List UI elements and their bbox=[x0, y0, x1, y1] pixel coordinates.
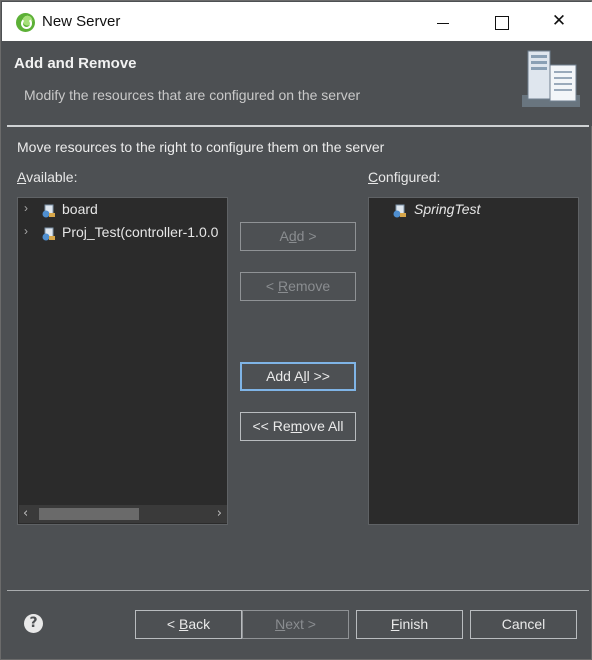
back-button-text: < bbox=[166, 616, 179, 632]
add-button[interactable]: Add > bbox=[240, 222, 356, 251]
add-button-text: A bbox=[279, 228, 289, 244]
spring-app-icon bbox=[16, 13, 35, 32]
page-title: Add and Remove bbox=[14, 55, 137, 72]
finish-button[interactable]: Finish bbox=[356, 610, 463, 639]
wizard-header: Add and Remove Modify the resources that… bbox=[2, 41, 592, 126]
next-button-text-rest: ext > bbox=[285, 616, 316, 632]
add-all-button-text-rest: l >> bbox=[306, 368, 330, 384]
list-item-label: Proj_Test(controller-1.0.0 bbox=[62, 224, 219, 240]
remove-button-text-rest: emove bbox=[288, 278, 331, 294]
next-button[interactable]: Next > bbox=[242, 610, 349, 639]
add-all-button-text: Add A bbox=[266, 368, 304, 384]
remove-button-mnemonic: R bbox=[277, 278, 289, 294]
available-label: Available: bbox=[17, 169, 77, 185]
remove-all-button-text: << Re bbox=[252, 418, 291, 434]
list-item-label: SpringTest bbox=[414, 201, 481, 217]
cancel-button[interactable]: Cancel bbox=[470, 610, 577, 639]
list-item[interactable]: SpringTest bbox=[393, 201, 573, 223]
back-button-text-rest: ack bbox=[188, 616, 211, 632]
expand-chevron-icon[interactable]: › bbox=[24, 201, 38, 215]
minimize-button[interactable] bbox=[420, 2, 466, 41]
back-button-mnemonic: B bbox=[178, 616, 189, 632]
scroll-right-icon[interactable]: › bbox=[217, 506, 222, 521]
scroll-left-icon[interactable]: ‹ bbox=[23, 506, 28, 521]
remove-all-button[interactable]: << Remove All bbox=[240, 412, 356, 441]
available-list[interactable]: › board › Proj_Test(controller-1.0.0 ‹ › bbox=[17, 197, 228, 525]
list-item[interactable]: › Proj_Test(controller-1.0.0 bbox=[24, 224, 227, 246]
remove-button-text: < bbox=[265, 278, 278, 294]
next-button-mnemonic: N bbox=[275, 616, 286, 632]
window-title: New Server bbox=[42, 13, 121, 30]
remove-all-button-text-rest: ove All bbox=[302, 418, 344, 434]
configured-label-mnemonic: C bbox=[368, 169, 379, 185]
list-item[interactable]: › board bbox=[24, 201, 224, 223]
scrollbar-thumb[interactable] bbox=[39, 508, 139, 520]
available-label-mnemonic: A bbox=[17, 169, 27, 185]
add-button-text-rest: d > bbox=[296, 228, 317, 244]
close-button[interactable]: ✕ bbox=[536, 2, 582, 41]
list-item-label: board bbox=[62, 201, 98, 217]
finish-button-text-rest: inish bbox=[399, 616, 429, 632]
configured-label: Configured: bbox=[368, 169, 440, 185]
configured-label-text: onfigured: bbox=[378, 169, 441, 185]
remove-button[interactable]: < Remove bbox=[240, 272, 356, 301]
web-project-icon bbox=[42, 204, 55, 218]
remove-all-button-mnemonic: m bbox=[290, 418, 303, 434]
configured-list[interactable]: SpringTest bbox=[368, 197, 579, 525]
add-all-button[interactable]: Add All >> bbox=[240, 362, 356, 391]
back-button[interactable]: < Back bbox=[135, 610, 242, 639]
web-project-icon bbox=[42, 227, 55, 241]
add-button-mnemonic: d bbox=[288, 228, 297, 244]
horizontal-scrollbar[interactable]: ‹ › bbox=[19, 505, 227, 523]
server-icon bbox=[522, 50, 580, 107]
new-server-dialog: New Server ✕ Add and Remove Modify the r… bbox=[0, 0, 592, 660]
footer-divider bbox=[7, 590, 589, 591]
help-icon[interactable]: ? bbox=[24, 614, 43, 633]
instruction-text: Move resources to the right to configure… bbox=[17, 139, 385, 155]
web-project-icon bbox=[393, 204, 406, 218]
maximize-button[interactable] bbox=[478, 2, 524, 41]
available-label-text: vailable: bbox=[26, 169, 78, 185]
page-description: Modify the resources that are configured… bbox=[24, 87, 361, 103]
expand-chevron-icon[interactable]: › bbox=[24, 224, 38, 238]
header-divider bbox=[7, 125, 589, 127]
title-bar: New Server ✕ bbox=[2, 2, 592, 41]
